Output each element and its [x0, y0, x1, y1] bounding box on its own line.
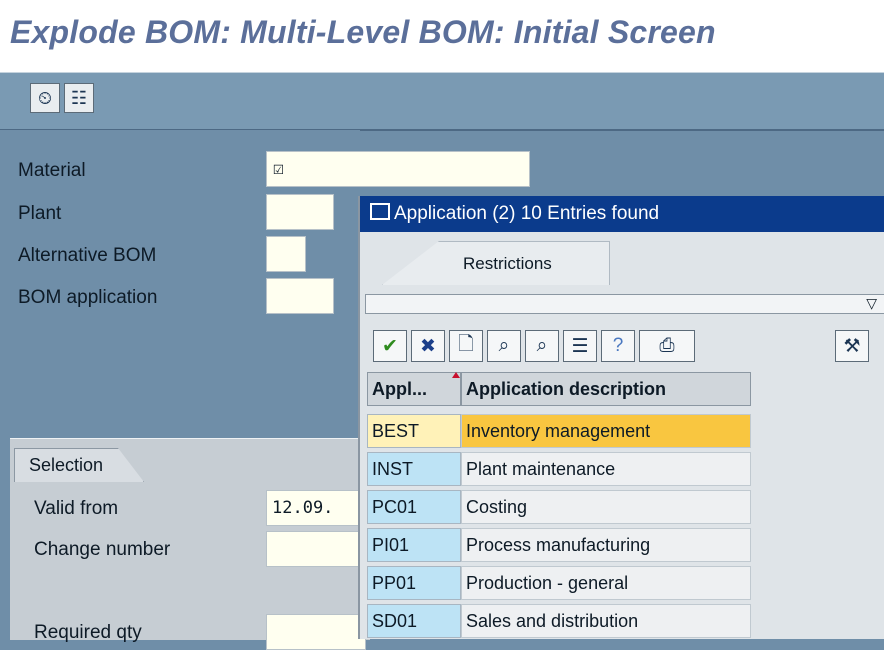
bom-application-input[interactable] [266, 278, 334, 314]
find-button[interactable]: ⌕ [487, 330, 521, 362]
application-description-cell[interactable]: Costing [461, 490, 751, 524]
print-icon: ⎙ [659, 335, 675, 356]
value-help-popup: Application (2) 10 Entries found Restric… [358, 196, 884, 639]
tab-restrictions[interactable]: Restrictions [382, 241, 610, 285]
cancel-x-icon: ✖ [420, 335, 436, 357]
popup-title: Application (2) 10 Entries found [394, 203, 660, 224]
document-person-icon: ☷ [70, 87, 88, 108]
column-header-application[interactable]: Appl... [367, 372, 461, 406]
table-row[interactable]: PC01 Costing [367, 490, 751, 524]
new-entry-button[interactable]: 🗋 [449, 330, 483, 362]
application-description-cell[interactable]: Inventory management [461, 414, 751, 448]
application-description-cell[interactable]: Production - general [461, 566, 751, 600]
valid-from-input[interactable]: 12.09. [266, 490, 366, 526]
popup-toolbar: ✔ ✖ 🗋 ⌕ ⌕ ☰ ? ⎙ ⚒ [365, 324, 884, 368]
valid-from-label: Valid from [34, 498, 119, 519]
plant-label: Plant [18, 203, 62, 224]
window-icon [370, 203, 390, 220]
help-button[interactable]: ? [601, 330, 635, 362]
material-label: Material [18, 160, 86, 181]
results-table: Appl... Application description BEST Inv… [365, 372, 884, 639]
sort-indicator-icon [452, 372, 460, 378]
application-code-cell[interactable]: PI01 [367, 528, 461, 562]
cancel-button[interactable]: ✖ [411, 330, 445, 362]
required-qty-label: Required qty [34, 622, 142, 643]
alternative-bom-input[interactable] [266, 236, 306, 272]
sort-button[interactable]: ☰ [563, 330, 597, 362]
execute-clock-icon: ⏲ [37, 87, 53, 108]
new-document-icon: 🗋 [458, 334, 474, 355]
column-header-description[interactable]: Application description [461, 372, 751, 406]
required-qty-input[interactable] [266, 614, 366, 650]
sort-icon: ☰ [571, 335, 589, 357]
change-number-input[interactable] [266, 531, 366, 567]
alternative-bom-label: Alternative BOM [18, 245, 157, 266]
find-next-button[interactable]: ⌕ [525, 330, 559, 362]
variant-button[interactable]: ☷ [64, 83, 94, 113]
confirm-button[interactable]: ✔ [373, 330, 407, 362]
tab-restrictions-label: Restrictions [463, 254, 552, 273]
application-description-cell[interactable]: Process manufacturing [461, 528, 751, 562]
help-info-icon: ? [612, 335, 624, 356]
settings-icon: ⚒ [843, 335, 861, 357]
table-row[interactable]: SD01 Sales and distribution [367, 604, 751, 638]
application-description-cell[interactable]: Plant maintenance [461, 452, 751, 486]
table-row[interactable]: INST Plant maintenance [367, 452, 751, 486]
find-next-icon: ⌕ [536, 335, 548, 356]
application-code-cell[interactable]: BEST [367, 414, 461, 448]
print-button[interactable]: ⎙ [639, 330, 695, 362]
title-bar: Explode BOM: Multi-Level BOM: Initial Sc… [0, 0, 884, 72]
settings-button[interactable]: ⚒ [835, 330, 869, 362]
application-code-cell[interactable]: PP01 [367, 566, 461, 600]
table-row[interactable]: PP01 Production - general [367, 566, 751, 600]
table-row[interactable]: BEST Inventory management [367, 414, 751, 448]
change-number-label: Change number [34, 539, 171, 560]
application-description-cell[interactable]: Sales and distribution [461, 604, 751, 638]
application-toolbar: ⏲ ☷ [0, 72, 884, 131]
execute-button[interactable]: ⏲ [30, 83, 60, 113]
plant-input[interactable] [266, 194, 334, 230]
restrictions-collapse-bar[interactable]: ▽ [365, 294, 884, 314]
window-title: Explode BOM: Multi-Level BOM: Initial Sc… [10, 14, 716, 50]
bom-application-label: BOM application [18, 287, 158, 308]
popup-title-bar: Application (2) 10 Entries found [360, 196, 884, 232]
table-row[interactable]: PI01 Process manufacturing [367, 528, 751, 562]
application-code-cell[interactable]: SD01 [367, 604, 461, 638]
material-input[interactable]: ☑ [266, 151, 530, 187]
application-code-cell[interactable]: INST [367, 452, 461, 486]
check-icon: ✔ [382, 335, 398, 357]
application-code-cell[interactable]: PC01 [367, 490, 461, 524]
collapse-triangle-icon: ▽ [866, 295, 877, 311]
find-icon: ⌕ [498, 335, 510, 356]
